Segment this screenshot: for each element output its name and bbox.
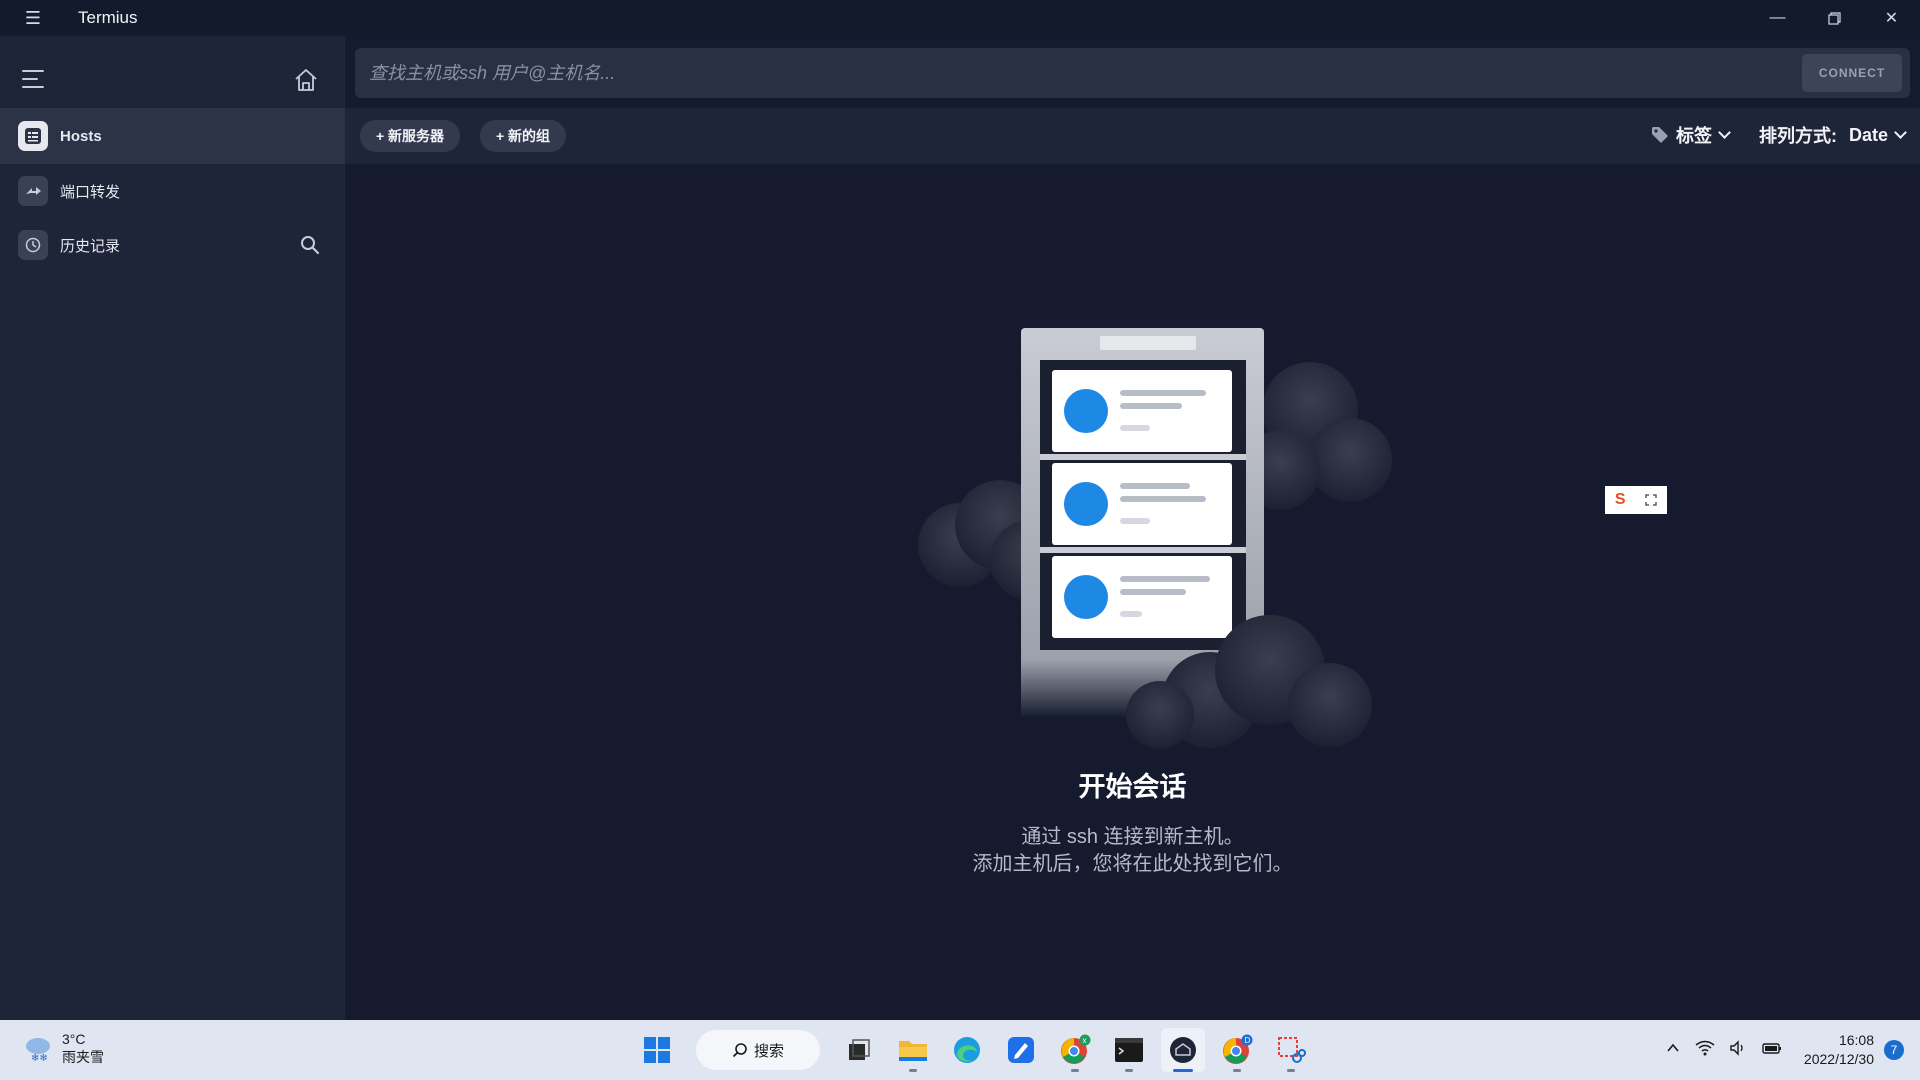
app-title: Termius: [78, 8, 138, 27]
rack-top-plate: [1100, 336, 1196, 350]
chevron-down-icon: [1718, 126, 1731, 139]
snow-cloud-icon: ❄❄: [26, 1038, 50, 1064]
folder-icon: [899, 1041, 927, 1061]
chevron-up-icon[interactable]: [1665, 1040, 1681, 1061]
port-forward-arrow-icon: [18, 176, 48, 206]
title-bar: ☰ Termius — ✕: [0, 0, 1920, 36]
taskbar: ❄❄ 3°C 雨夹雪 搜索 x D 16:08 2022/12/30 7: [0, 1020, 1920, 1080]
tags-label: 标签: [1676, 126, 1712, 146]
wifi-icon[interactable]: [1695, 1040, 1715, 1061]
window-controls: — ✕: [1749, 0, 1920, 36]
volume-icon[interactable]: [1729, 1039, 1747, 1061]
ime-logo-icon: S: [1614, 491, 1626, 508]
sidebar-item-history[interactable]: 历史记录: [0, 218, 345, 272]
empty-state-line-2: 添加主机后，您将在此处找到它们。: [972, 853, 1293, 875]
system-tray: 16:08 2022/12/30 7: [1658, 1020, 1920, 1080]
taskbar-search-label: 搜索: [753, 1042, 784, 1060]
taskbar-clock[interactable]: 16:08 2022/12/30: [1804, 1031, 1874, 1069]
terminal-button[interactable]: [1107, 1028, 1151, 1072]
connect-button[interactable]: CONNECT: [1802, 54, 1902, 92]
home-icon[interactable]: [292, 66, 320, 94]
search-history-icon[interactable]: [299, 234, 321, 256]
svg-text:❄❄: ❄❄: [31, 1053, 48, 1064]
task-view-icon: [849, 1039, 870, 1060]
restore-button[interactable]: [1806, 0, 1863, 36]
file-explorer-button[interactable]: [891, 1028, 935, 1072]
task-view-button[interactable]: [837, 1028, 881, 1072]
tag-icon: [1652, 127, 1668, 143]
weather-widget[interactable]: ❄❄ 3°C 雨夹雪: [22, 1030, 104, 1066]
ime-toolbar[interactable]: S: [1605, 486, 1667, 514]
new-group-button[interactable]: + 新的组: [480, 120, 566, 152]
edge-browser-button[interactable]: [945, 1028, 989, 1072]
clock-date: 2022/12/30: [1803, 1051, 1874, 1067]
empty-state-title: 开始会话: [1078, 772, 1187, 802]
hosts-toolbar: + 新服务器 + 新的组 标签 排列方式: Date: [345, 108, 1920, 164]
taskbar-apps: 搜索 x D: [630, 1028, 1318, 1072]
minimize-button[interactable]: —: [1749, 0, 1806, 36]
server-card: [1052, 463, 1232, 545]
svg-text:x: x: [1083, 1036, 1087, 1045]
history-clock-icon: [18, 230, 48, 260]
server-card: [1052, 556, 1232, 638]
hosts-grid-icon: [18, 121, 48, 151]
empty-state-line-1: 通过 ssh 连接到新主机。: [1021, 826, 1244, 848]
weather-temperature: 3°C: [62, 1031, 86, 1047]
sidebar: Hosts 端口转发 历史记录: [0, 36, 345, 1020]
server-rack-illustration: [918, 328, 1392, 749]
snipping-tool-button[interactable]: [1269, 1028, 1313, 1072]
snipping-tool-icon: [1278, 1037, 1306, 1063]
notification-badge[interactable]: 7: [1884, 1040, 1904, 1060]
sidebar-item-port-forwarding[interactable]: 端口转发: [0, 164, 345, 218]
taskbar-search[interactable]: 搜索: [696, 1030, 820, 1070]
server-card: [1052, 370, 1232, 452]
sort-value: Date: [1849, 124, 1889, 145]
terminal-icon: [1115, 1038, 1143, 1062]
sidebar-item-hosts[interactable]: Hosts: [0, 108, 345, 164]
clock-time: 16:08: [1838, 1032, 1874, 1048]
search-icon: [732, 1043, 747, 1058]
sidebar-item-label: 历史记录: [60, 237, 121, 255]
ime-expand-icon: [1645, 494, 1657, 506]
windows-logo-icon: [644, 1037, 670, 1063]
chrome-profile-d-button[interactable]: D: [1215, 1028, 1259, 1072]
sidebar-header: [0, 36, 345, 108]
close-window-button[interactable]: ✕: [1863, 0, 1920, 36]
sidebar-item-label: 端口转发: [60, 183, 121, 201]
sort-label: 排列方式:: [1759, 126, 1837, 146]
collapse-sidebar-icon[interactable]: [22, 70, 48, 94]
tags-filter-dropdown[interactable]: 标签: [1650, 122, 1731, 148]
new-server-button[interactable]: + 新服务器: [360, 120, 460, 152]
svg-text:D: D: [1245, 1036, 1251, 1045]
chevron-down-icon: [1894, 126, 1907, 139]
termius-taskbar-button[interactable]: [1161, 1028, 1205, 1072]
chrome-icon: D: [1223, 1034, 1253, 1064]
start-button[interactable]: [635, 1028, 679, 1072]
sidebar-item-label: Hosts: [60, 127, 102, 145]
sort-dropdown[interactable]: 排列方式: Date: [1759, 122, 1907, 148]
edge-icon: [954, 1037, 980, 1063]
battery-icon[interactable]: [1761, 1040, 1783, 1061]
host-search-bar: CONNECT: [355, 48, 1910, 98]
pen-note-icon: [1008, 1037, 1034, 1063]
termius-icon: [1170, 1037, 1196, 1063]
notes-app-button[interactable]: [999, 1028, 1043, 1072]
hamburger-menu-icon[interactable]: ☰: [0, 0, 66, 36]
chrome-icon: x: [1061, 1034, 1091, 1064]
host-search-input[interactable]: [369, 48, 1769, 98]
weather-description: 雨夹雪: [62, 1049, 104, 1065]
chrome-profile-x-button[interactable]: x: [1053, 1028, 1097, 1072]
